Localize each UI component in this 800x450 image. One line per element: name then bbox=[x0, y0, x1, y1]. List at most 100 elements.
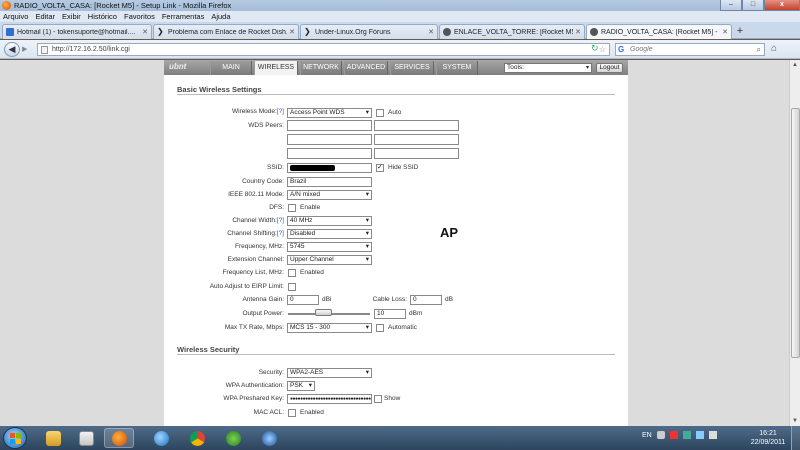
taskbar-app[interactable] bbox=[254, 428, 284, 448]
output-power-slider-handle[interactable] bbox=[315, 309, 332, 316]
tray-expand-icon[interactable] bbox=[656, 431, 665, 439]
reload-icon[interactable]: ↻ bbox=[591, 43, 599, 54]
search-input[interactable] bbox=[630, 46, 740, 53]
forum-icon: ❯ bbox=[157, 27, 164, 36]
dfs-enable-label: Enable bbox=[300, 204, 321, 211]
tab-hotmail[interactable]: Hotmail (1) - tokensuporte@hotmail.... ✕ bbox=[2, 24, 152, 39]
menu-edit[interactable]: Editar bbox=[35, 12, 55, 21]
close-button[interactable]: x bbox=[764, 0, 800, 11]
maximize-button[interactable]: □ bbox=[742, 0, 764, 11]
wpa-auth-label: WPA Authentication: bbox=[225, 382, 284, 389]
dfs-label: DFS: bbox=[269, 204, 284, 211]
tab-main[interactable]: MAIN bbox=[210, 61, 252, 75]
tools-dropdown[interactable]: Tools: bbox=[504, 63, 592, 73]
help-link[interactable]: [?] bbox=[277, 108, 284, 115]
volume-icon[interactable] bbox=[708, 431, 717, 439]
close-tab-icon[interactable]: ✕ bbox=[722, 28, 728, 36]
taskbar-media-player[interactable] bbox=[71, 428, 101, 448]
frequency-select[interactable]: 5745 bbox=[287, 242, 372, 252]
menu-tools[interactable]: Ferramentas bbox=[162, 12, 205, 21]
search-bar[interactable]: G ⌕ bbox=[615, 43, 765, 56]
clock[interactable]: 16:21 22/09/2011 bbox=[748, 429, 788, 447]
taskbar-firefox[interactable] bbox=[104, 428, 134, 448]
signal-icon[interactable] bbox=[695, 431, 704, 439]
search-icon[interactable]: ⌕ bbox=[757, 45, 761, 55]
firefox-icon bbox=[111, 430, 127, 446]
cable-loss-input[interactable]: 0 bbox=[410, 295, 442, 305]
new-tab-button[interactable]: + bbox=[733, 25, 747, 38]
bookmark-star-icon[interactable]: ☆ bbox=[599, 45, 606, 54]
wds-peer-input[interactable] bbox=[374, 148, 459, 159]
tab-services[interactable]: SERVICES bbox=[390, 61, 434, 75]
start-button[interactable] bbox=[3, 427, 27, 449]
close-tab-icon[interactable]: ✕ bbox=[142, 28, 148, 36]
extension-channel-select[interactable]: Upper Channel bbox=[287, 255, 372, 265]
max-tx-rate-select[interactable]: MCS 15 - 300 bbox=[287, 323, 372, 333]
wireless-mode-select[interactable]: Access Point WDS bbox=[287, 108, 372, 118]
tab-enlace-volta-torre[interactable]: ENLACE_VOLTA_TORRE: [Rocket M5] ✕ bbox=[439, 24, 585, 39]
home-icon[interactable]: ⌂ bbox=[771, 43, 777, 54]
tab-radio-volta-casa[interactable]: RADIO_VOLTA_CASA: [Rocket M5] - ... ✕ bbox=[586, 24, 732, 39]
output-power-input[interactable]: 10 bbox=[374, 309, 406, 319]
wds-peer-input[interactable] bbox=[287, 120, 372, 131]
menu-view[interactable]: Exibir bbox=[62, 12, 81, 21]
close-tab-icon[interactable]: ✕ bbox=[289, 28, 295, 36]
auto-checkbox[interactable] bbox=[376, 109, 384, 117]
page-icon bbox=[41, 45, 48, 54]
tab-network[interactable]: NETWORK bbox=[300, 61, 342, 75]
mac-acl-checkbox[interactable] bbox=[288, 409, 296, 417]
wds-peer-input[interactable] bbox=[374, 120, 459, 131]
language-indicator[interactable]: EN bbox=[642, 432, 652, 439]
windows-logo-icon bbox=[10, 433, 21, 444]
scrollbar-thumb[interactable] bbox=[791, 108, 800, 358]
antenna-gain-input[interactable]: 0 bbox=[287, 295, 319, 305]
eirp-label: Auto Adjust to EIRP Limit: bbox=[209, 283, 284, 290]
psk-input[interactable]: ●●●●●●●●●●●●●●●●●●●●●●●●●●●●●●●●●●●●●● bbox=[287, 394, 372, 404]
tab-system[interactable]: SYSTEM bbox=[436, 61, 478, 75]
eirp-checkbox[interactable] bbox=[288, 283, 296, 291]
automatic-checkbox[interactable] bbox=[376, 324, 384, 332]
channel-width-select[interactable]: 40 MHz bbox=[287, 216, 372, 226]
minimize-button[interactable]: – bbox=[720, 0, 742, 11]
help-link[interactable]: [?] bbox=[277, 217, 284, 224]
menu-history[interactable]: Histórico bbox=[88, 12, 117, 21]
dfs-checkbox[interactable] bbox=[288, 204, 296, 212]
taskbar-chrome[interactable] bbox=[182, 428, 212, 448]
notification-flag-icon[interactable] bbox=[669, 431, 678, 439]
close-tab-icon[interactable]: ✕ bbox=[428, 28, 434, 36]
menu-file[interactable]: Arquivo bbox=[3, 12, 28, 21]
menu-bookmarks[interactable]: Favoritos bbox=[124, 12, 155, 21]
taskbar-messenger[interactable] bbox=[218, 428, 248, 448]
frequency-list-checkbox[interactable] bbox=[288, 269, 296, 277]
tab-problema[interactable]: ❯ Problema com Enlace de Rocket Dish... … bbox=[153, 24, 299, 39]
wds-peer-input[interactable] bbox=[374, 134, 459, 145]
logout-button[interactable]: Logout bbox=[596, 63, 623, 73]
show-desktop-button[interactable] bbox=[791, 426, 800, 450]
channel-shifting-select[interactable]: Disabled bbox=[287, 229, 372, 239]
tab-under-linux[interactable]: ❯ Under-Linux.Org Fóruns ✕ bbox=[300, 24, 438, 39]
scroll-down-icon[interactable]: ▼ bbox=[792, 418, 798, 424]
menu-help[interactable]: Ajuda bbox=[211, 12, 230, 21]
tab-advanced[interactable]: ADVANCED bbox=[344, 61, 388, 75]
taskbar-explorer[interactable] bbox=[38, 428, 68, 448]
ssid-label: SSID: bbox=[267, 164, 284, 171]
forward-button[interactable]: ▶ bbox=[22, 45, 33, 55]
close-tab-icon[interactable]: ✕ bbox=[575, 28, 581, 36]
country-field[interactable]: Brazil bbox=[287, 177, 372, 187]
back-button[interactable]: ◀ bbox=[4, 42, 20, 57]
wds-peer-input[interactable] bbox=[287, 134, 372, 145]
security-select[interactable]: WPA2-AES bbox=[287, 368, 372, 378]
show-key-checkbox[interactable] bbox=[374, 395, 382, 403]
wpa-auth-select[interactable]: PSK bbox=[287, 381, 315, 391]
taskbar-ie[interactable] bbox=[146, 428, 176, 448]
ieee-mode-select[interactable]: A/N mixed bbox=[287, 190, 372, 200]
tab-label: ENLACE_VOLTA_TORRE: [Rocket M5] bbox=[454, 28, 574, 36]
tab-wireless[interactable]: WIRELESS bbox=[254, 61, 298, 75]
vertical-scrollbar[interactable]: ▲ ▼ bbox=[789, 60, 800, 426]
hide-ssid-checkbox[interactable] bbox=[376, 163, 384, 172]
address-bar[interactable]: http://172.16.2.50/link.cgi ☆ bbox=[37, 43, 610, 56]
network-icon[interactable] bbox=[682, 431, 691, 439]
help-link[interactable]: [?] bbox=[277, 230, 284, 237]
scroll-up-icon[interactable]: ▲ bbox=[792, 62, 798, 68]
wds-peer-input[interactable] bbox=[287, 148, 372, 159]
